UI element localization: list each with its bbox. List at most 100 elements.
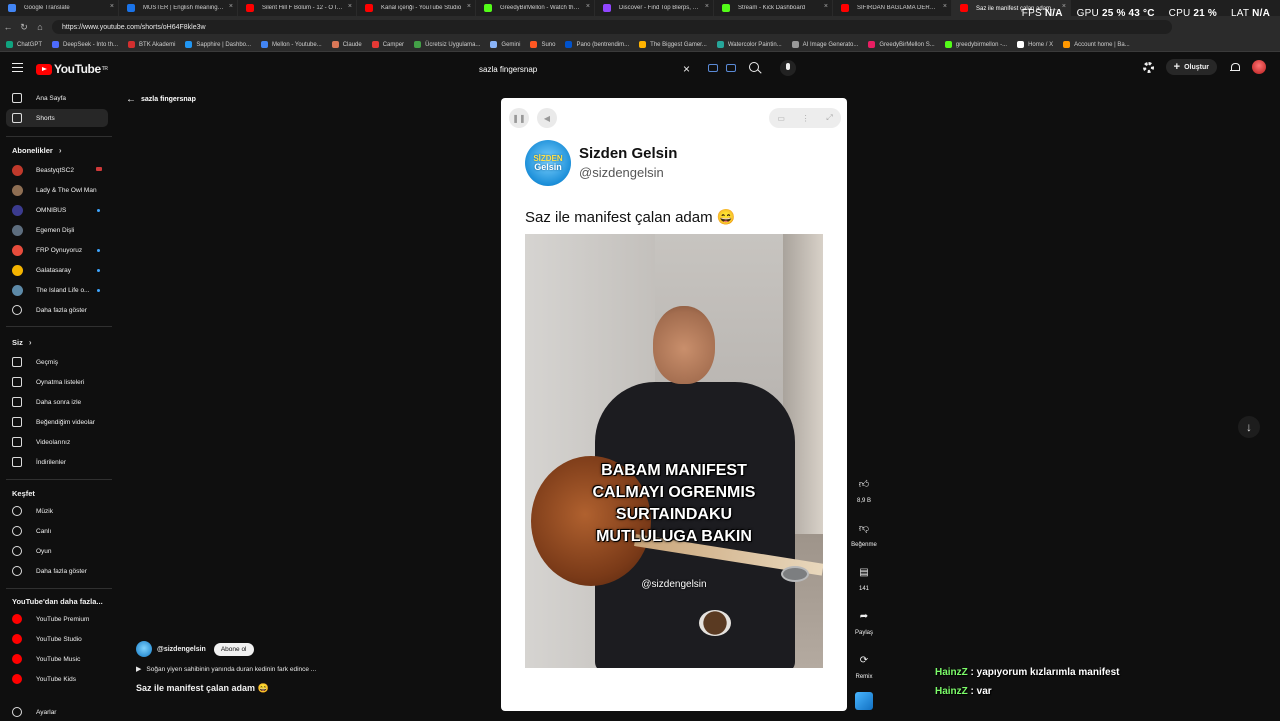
browser-tab[interactable]: Google Translate ×	[0, 0, 119, 16]
youtube-product-item[interactable]: YouTube Kids	[6, 670, 108, 688]
bookmark-item[interactable]: Suno	[530, 41, 555, 48]
back-to-search-link[interactable]: ← sazla fingersnap	[126, 94, 196, 105]
youtube-product-item[interactable]: YouTube Music	[6, 650, 108, 668]
short-player[interactable]: ❚❚ ◀ ▭ ⋮ ⤢ SİZDEN Gelsin Sizden Gelsin @…	[501, 98, 847, 711]
show-more-explore[interactable]: Daha fazla göster	[6, 562, 108, 580]
youtube-product-item[interactable]: YouTube Studio	[6, 630, 108, 648]
captions-icon[interactable]: ▭	[777, 114, 785, 123]
sidebar-item-playlists[interactable]: Oynatma listeleri	[6, 373, 108, 391]
sidebar-item-live[interactable]: Canlı	[6, 522, 108, 540]
close-tab-icon[interactable]: ×	[348, 3, 352, 10]
subscriptions-header[interactable]: Abonelikler ›	[12, 146, 62, 155]
search-input[interactable]: sazla fingersnap ×	[470, 61, 740, 77]
playlist-link[interactable]: ▶ Soğan yiyen sahibinin yanında duran ke…	[136, 665, 486, 674]
volume-icon[interactable]: ◀	[537, 108, 557, 128]
more-from-youtube-header[interactable]: YouTube'dan daha fazla...	[12, 597, 103, 606]
gear-icon[interactable]	[1142, 61, 1154, 73]
browser-tab[interactable]: GreedyBirMellon - Watch the VOD ×	[476, 0, 595, 16]
clear-search-icon[interactable]: ×	[683, 62, 690, 76]
back-arrow-icon[interactable]: ←	[0, 22, 16, 32]
bookmark-item[interactable]: GreedyBirMellon S...	[868, 41, 935, 48]
sidebar-item-gaming[interactable]: Oyun	[6, 542, 108, 560]
bookmark-item[interactable]: Claude	[331, 41, 362, 48]
notifications-bell-icon[interactable]	[1229, 62, 1240, 73]
subscription-item[interactable]: Galatasaray	[6, 261, 108, 279]
pause-icon[interactable]: ❚❚	[509, 108, 529, 128]
bookmark-item[interactable]: DeepSeek - Into th...	[52, 41, 118, 48]
bookmark-item[interactable]: The Biggest Gamer...	[639, 41, 707, 48]
close-tab-icon[interactable]: ×	[824, 3, 828, 10]
bookmark-item[interactable]: Home / X	[1017, 41, 1053, 48]
browser-tab[interactable]: Discover - Find Top Blerps, Stream ×	[595, 0, 714, 16]
sidebar-item-history[interactable]: Geçmiş	[6, 353, 108, 371]
bookmark-item[interactable]: ChatGPT	[6, 41, 42, 48]
browser-tab[interactable]: SIFIRDAN BAĞLAMA DERSİ 2 ( PA ×	[833, 0, 952, 16]
subscription-item[interactable]: OMNIBUS	[6, 201, 108, 219]
search-icon[interactable]	[748, 61, 762, 75]
sidebar-item-liked[interactable]: Beğendiğim videolar	[6, 413, 108, 431]
sidebar-item-settings[interactable]: Ayarlar	[6, 703, 108, 721]
bookmark-item[interactable]: AI Image Generato...	[791, 41, 858, 48]
bookmark-favicon-icon	[565, 41, 573, 48]
youtube-product-item[interactable]: YouTube Premium	[6, 610, 108, 628]
sidebar-item-your-videos[interactable]: Videolarınız	[6, 433, 108, 451]
subscription-item[interactable]: FRP Oynuyoruz	[6, 241, 108, 259]
bookmark-item[interactable]: Mellon - Youtube...	[261, 41, 322, 48]
hamburger-menu-icon[interactable]	[12, 63, 23, 72]
bookmark-item[interactable]: Pano (bentrendim...	[565, 41, 629, 48]
sidebar-item-downloads[interactable]: İndirilenler	[6, 453, 108, 471]
translate-extension-icon[interactable]	[726, 64, 736, 72]
reload-icon[interactable]: ↻	[16, 22, 32, 33]
bookmark-item[interactable]: Sapphire | Dashbo...	[185, 41, 251, 48]
more-options-icon[interactable]: ⋮	[802, 114, 810, 123]
close-tab-icon[interactable]: ×	[467, 3, 471, 10]
meta-channel[interactable]: @sizdengelsin	[157, 646, 206, 653]
subscription-item[interactable]: The Island Life o...	[6, 281, 108, 299]
close-tab-icon[interactable]: ×	[586, 3, 590, 10]
fullscreen-icon[interactable]: ⤢	[826, 113, 832, 123]
subscription-item[interactable]: Egemen Dişli	[6, 221, 108, 239]
create-button[interactable]: + Oluştur	[1165, 59, 1217, 75]
sidebar-item-home[interactable]: Ana Sayfa	[6, 89, 108, 107]
sidebar-item-shorts[interactable]: Shorts	[6, 109, 108, 127]
share-button[interactable]: ➦ Paylaş	[848, 606, 880, 637]
comments-button[interactable]: ▤ 141	[848, 562, 880, 593]
bookmark-item[interactable]: BTK Akademi	[128, 41, 175, 48]
bookmark-item[interactable]: greedybirmellon -...	[944, 41, 1007, 48]
explore-header[interactable]: Keşfet	[12, 489, 35, 498]
home-icon[interactable]: ⌂	[32, 22, 48, 32]
close-tab-icon[interactable]: ×	[705, 3, 709, 10]
close-tab-icon[interactable]: ×	[110, 3, 114, 10]
dislike-button[interactable]: 👎︎ Beğenme	[848, 518, 880, 548]
bookmark-item[interactable]: Ücretsiz Uygulama...	[414, 41, 480, 48]
sidebar-item-watch-later[interactable]: Daha sonra izle	[6, 393, 108, 411]
browser-tab[interactable]: Silent Hill F Bölüm - 12 - O İkili cal ×	[238, 0, 357, 16]
subscribe-button[interactable]: Abone ol	[213, 642, 254, 656]
bookmark-item[interactable]: Camper	[371, 41, 404, 48]
browser-tab[interactable]: MUSTER | English meaning - Camb ×	[119, 0, 238, 16]
next-short-arrow-icon[interactable]: ↓	[1238, 416, 1260, 438]
close-tab-icon[interactable]: ×	[229, 3, 233, 10]
show-more-subscriptions[interactable]: Daha fazla göster	[6, 301, 108, 319]
browser-tab[interactable]: Kanal içeriği - YouTube Studio ×	[357, 0, 476, 16]
voice-search-icon[interactable]	[780, 60, 796, 76]
channel-mini-avatar[interactable]	[136, 641, 152, 657]
remix-button[interactable]: ⟳ Remix	[848, 650, 880, 681]
bookmark-item[interactable]: Watercolor Paintin...	[716, 41, 782, 48]
like-button[interactable]: 👍︎ 8,9 B	[848, 474, 880, 504]
subscription-item[interactable]: BeastyqtSC2	[6, 161, 108, 179]
close-tab-icon[interactable]: ×	[943, 3, 947, 10]
bookmark-favicon-icon	[716, 41, 724, 48]
bookmark-item[interactable]: Gemini	[490, 41, 520, 48]
subscription-item[interactable]: Lady & The Owl Man	[6, 181, 108, 199]
bookmark-item[interactable]: Account home | Ba...	[1063, 41, 1130, 48]
youtube-logo[interactable]: YouTube TR	[36, 62, 108, 76]
sidebar-item-music[interactable]: Müzik	[6, 502, 108, 520]
you-header[interactable]: Siz ›	[12, 338, 32, 347]
video-frame[interactable]: BABAM MANIFEST CALMAYI OGRENMIS SURTAIND…	[525, 234, 823, 668]
keyboard-icon[interactable]	[708, 64, 718, 72]
browser-tab[interactable]: Stream - Kick Dashboard ×	[714, 0, 833, 16]
url-bar[interactable]: https://www.youtube.com/shorts/oH64F8kle…	[52, 20, 1172, 34]
account-avatar[interactable]	[1252, 60, 1266, 74]
channel-thumbnail[interactable]	[855, 692, 873, 710]
